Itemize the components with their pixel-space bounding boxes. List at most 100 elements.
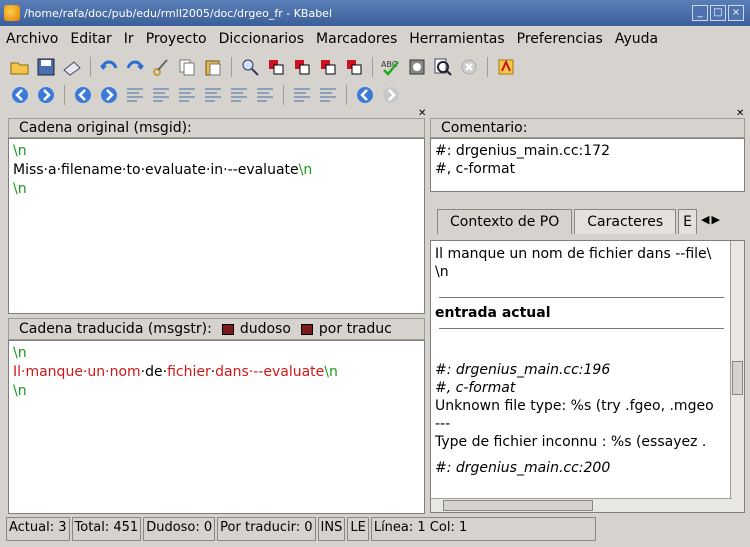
translation-segment: ·de·: [140, 364, 168, 380]
forward-icon[interactable]: [379, 83, 403, 107]
menu-marcadores[interactable]: Marcadores: [316, 31, 397, 47]
close-panel-icon[interactable]: ✕: [418, 108, 426, 119]
newline-tag: \n: [13, 143, 27, 159]
comment-text-panel[interactable]: #: drgenius_main.cc:172 #, c-format: [430, 138, 745, 192]
fuzzy-label: dudoso: [239, 321, 291, 337]
next-fuzzy-icon[interactable]: [97, 83, 121, 107]
scroll-thumb[interactable]: [732, 361, 743, 395]
menu-ayuda[interactable]: Ayuda: [615, 31, 658, 47]
comment-panel-header: Comentario:: [430, 118, 745, 138]
insert-arg-icon[interactable]: [316, 55, 340, 79]
prev-error-icon[interactable]: [175, 83, 199, 107]
catalog-manager-icon[interactable]: [494, 55, 518, 79]
toolbar-separator: [231, 57, 232, 77]
tab-right-arrow-icon[interactable]: ▶: [711, 213, 719, 226]
open-folder-icon[interactable]: [8, 55, 32, 79]
context-line: Unknown file type: %s (try .fgeo, .mgeo: [435, 398, 714, 414]
po-context-panel[interactable]: Il manque un nom de fichier dans --file\…: [430, 240, 745, 513]
prev-untranslated-icon[interactable]: [123, 83, 147, 107]
menu-preferencias[interactable]: Preferencias: [517, 31, 603, 47]
window-title: /home/rafa/doc/pub/edu/rmll2005/doc/drge…: [24, 6, 332, 20]
translation-segment: nom: [109, 364, 141, 380]
find-icon[interactable]: [238, 55, 262, 79]
toolbar-separator: [283, 85, 284, 105]
toolbar-separator: [346, 85, 347, 105]
menu-herramientas[interactable]: Herramientas: [409, 31, 504, 47]
status-insert-mode: INS: [317, 517, 346, 541]
next-entry-icon[interactable]: [34, 83, 58, 107]
vertical-scrollbar[interactable]: [730, 241, 744, 512]
menu-editar[interactable]: Editar: [70, 31, 111, 47]
translation-segment: dans: [215, 364, 249, 380]
save-icon[interactable]: [34, 55, 58, 79]
status-total: Total: 451: [71, 517, 142, 541]
current-entry-heading: entrada actual: [435, 305, 551, 321]
previous-fuzzy-icon[interactable]: [71, 83, 95, 107]
search-dictionary-icon[interactable]: [431, 55, 455, 79]
fuzzy-indicator-icon: [221, 323, 234, 335]
menu-diccionarios[interactable]: Diccionarios: [219, 31, 304, 47]
tool-tabs: Contexto de PO Caracteres E ◀ ▶: [433, 200, 745, 234]
clear-translation-icon[interactable]: [342, 55, 366, 79]
undo-icon[interactable]: [97, 55, 121, 79]
next-bookmark-icon[interactable]: [316, 83, 340, 107]
mail-icon[interactable]: [60, 55, 84, 79]
original-text-panel[interactable]: \n Miss·a·filename·to·evaluate·in·--eval…: [8, 138, 425, 314]
newline-tag: \n: [13, 345, 27, 361]
kbabel-app-icon: [4, 5, 20, 21]
comment-panel-title: Comentario:: [441, 120, 528, 136]
tab-e[interactable]: E: [678, 209, 697, 234]
translation-segment: ·--evaluate: [248, 364, 325, 380]
next-error-icon[interactable]: [201, 83, 225, 107]
translation-segment: Il·manque·un·: [13, 364, 110, 380]
translation-panel-title: Cadena traducida (msgstr):: [19, 321, 212, 337]
untranslated-label: por traduc: [318, 321, 392, 337]
context-line: Type de fichier inconnu : %s (essayez .: [435, 434, 707, 450]
menu-ir[interactable]: Ir: [124, 31, 134, 47]
newline-tag: \n: [13, 181, 27, 197]
maximize-button[interactable]: □: [710, 5, 726, 21]
horizontal-scrollbar[interactable]: [431, 498, 732, 512]
context-line: #: drgenius_main.cc:200: [435, 460, 611, 476]
menu-archivo[interactable]: Archivo: [6, 31, 58, 47]
minimize-button[interactable]: _: [692, 5, 708, 21]
translation-segment: fichier: [167, 364, 211, 380]
cut-icon[interactable]: [149, 55, 173, 79]
comment-line: #: drgenius_main.cc:172: [435, 143, 610, 159]
tab-left-arrow-icon[interactable]: ◀: [701, 213, 709, 226]
copy-icon[interactable]: [175, 55, 199, 79]
next-fuzzy-untranslated-icon[interactable]: [253, 83, 277, 107]
menu-proyecto[interactable]: Proyecto: [146, 31, 207, 47]
translation-panel-header: Cadena traducida (msgstr): dudoso por tr…: [8, 318, 425, 340]
context-line: ---: [435, 416, 451, 432]
divider: [439, 328, 724, 329]
original-text: Miss·a·filename·to·evaluate·in·--evaluat…: [13, 162, 299, 178]
tab-characters[interactable]: Caracteres: [574, 209, 677, 234]
newline-tag: \n: [13, 383, 27, 399]
stop-icon[interactable]: [457, 55, 481, 79]
close-button[interactable]: ×: [728, 5, 744, 21]
next-untranslated-icon[interactable]: [149, 83, 173, 107]
previous-entry-icon[interactable]: [8, 83, 32, 107]
untranslated-indicator-icon: [300, 323, 313, 335]
copy-msgid-icon[interactable]: [264, 55, 288, 79]
toolbar-separator: [487, 57, 488, 77]
toolbar-separator: [90, 57, 91, 77]
prev-fuzzy-untranslated-icon[interactable]: [227, 83, 251, 107]
tab-po-context[interactable]: Contexto de PO: [437, 209, 573, 234]
context-line: #: drgenius_main.cc:196: [435, 362, 611, 378]
status-readwrite: LE: [347, 517, 369, 541]
translation-text-panel[interactable]: \n Il·manque·un·nom·de·fichier·dans·--ev…: [8, 340, 425, 514]
scroll-thumb[interactable]: [443, 500, 593, 511]
prev-bookmark-icon[interactable]: [290, 83, 314, 107]
back-icon[interactable]: [353, 83, 377, 107]
paste-icon[interactable]: [201, 55, 225, 79]
insert-tag-icon[interactable]: [290, 55, 314, 79]
rough-translation-icon[interactable]: [405, 55, 429, 79]
redo-icon[interactable]: [123, 55, 147, 79]
original-panel-header: Cadena original (msgid):: [8, 118, 425, 138]
status-current: Actual: 3: [6, 517, 70, 541]
context-line: \n: [435, 264, 449, 280]
spellcheck-icon[interactable]: ABC: [379, 55, 403, 79]
title-bar: /home/rafa/doc/pub/edu/rmll2005/doc/drge…: [0, 0, 750, 26]
